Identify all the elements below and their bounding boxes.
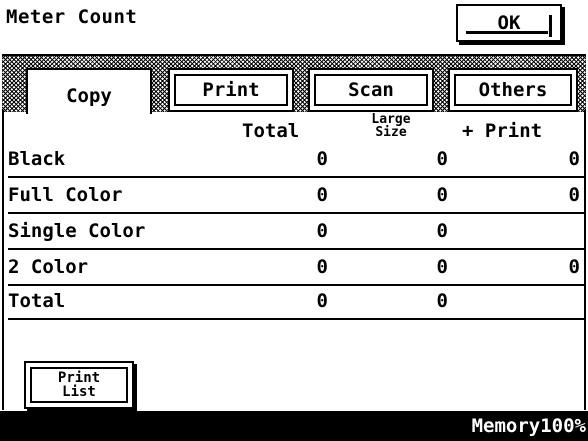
column-header-plus-print: + Print [462,120,543,142]
table-row: Total 0 0 [8,288,584,320]
row-label: Full Color [8,184,123,206]
ok-button-label: OK [497,12,521,34]
tab-scan[interactable]: Scan [308,68,434,112]
row-plus-print-value: 0 [568,148,580,170]
tab-print[interactable]: Print [168,68,294,112]
row-label: Black [8,148,66,170]
table-row: Single Color 0 0 [8,216,584,250]
column-header-total: Total [242,120,300,142]
table-row: Black 0 0 0 [8,144,584,178]
tab-scan-label: Scan [348,79,394,101]
row-total-value: 0 [316,290,328,312]
row-large-size-value: 0 [436,184,448,206]
row-large-size-value: 0 [436,148,448,170]
row-label: Single Color [8,220,146,242]
column-header-large-size: Large Size [371,112,411,140]
tab-bar: Copy Print Scan Others [2,54,586,114]
tab-others[interactable]: Others [448,68,578,112]
status-bar: Memory100% [0,411,588,441]
table-row: 2 Color 0 0 0 [8,252,584,286]
print-list-button[interactable]: Print List [24,361,134,409]
print-list-label: Print List [57,370,101,400]
row-label: Total [8,290,66,312]
row-large-size-value: 0 [436,290,448,312]
row-total-value: 0 [316,220,328,242]
row-label: 2 Color [8,256,89,278]
ok-button[interactable]: OK [456,4,562,42]
row-total-value: 0 [316,256,328,278]
tab-copy-label: Copy [66,85,112,107]
row-large-size-value: 0 [436,256,448,278]
row-plus-print-value: 0 [568,256,580,278]
tab-copy[interactable]: Copy [26,68,152,114]
row-large-size-value: 0 [436,220,448,242]
table-row: Full Color 0 0 0 [8,180,584,214]
row-total-value: 0 [316,184,328,206]
memory-indicator: Memory100% [471,415,586,437]
screen-title: Meter Count [6,6,138,28]
tab-others-label: Others [478,79,548,101]
row-plus-print-value: 0 [568,184,580,206]
tab-print-label: Print [202,79,260,101]
row-total-value: 0 [316,148,328,170]
